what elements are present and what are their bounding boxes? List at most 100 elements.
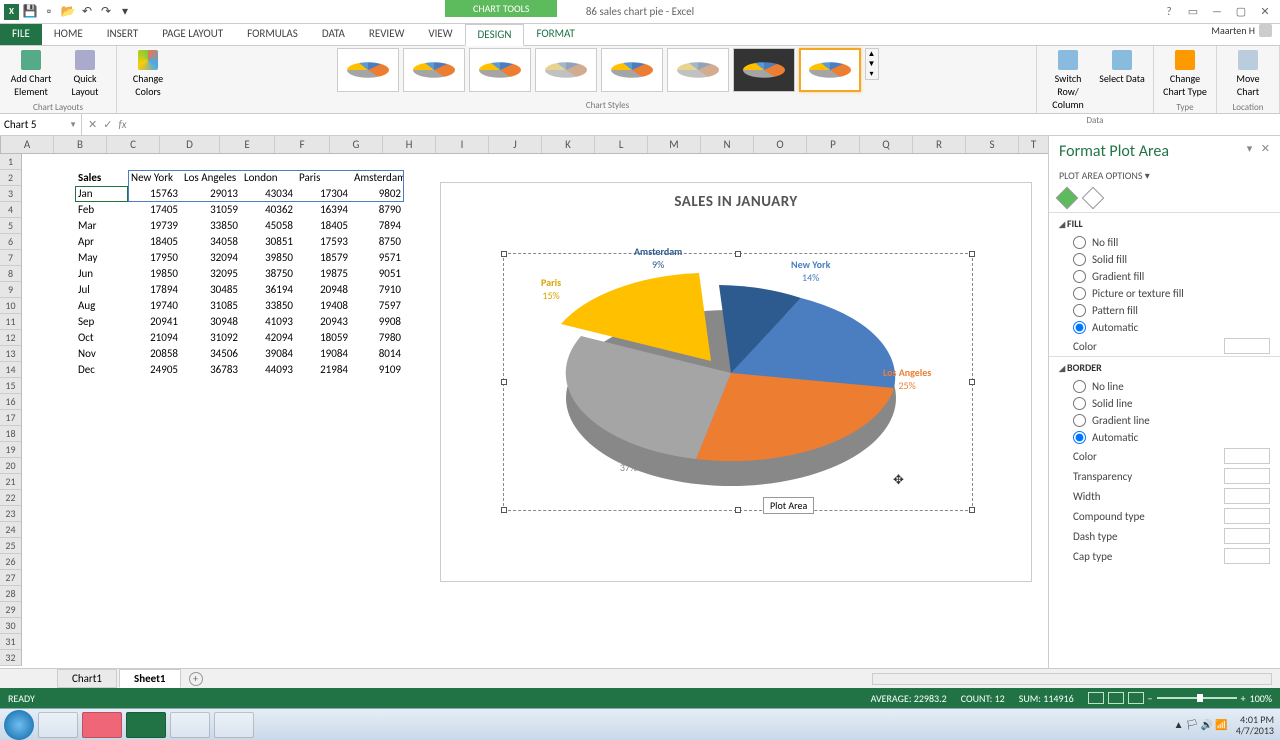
cell-F13[interactable]: 19084: [296, 346, 351, 362]
clock[interactable]: 4:01 PM4/7/2013: [1236, 714, 1274, 736]
tab-format[interactable]: FORMAT: [524, 24, 586, 45]
cell-E6[interactable]: 30851: [241, 234, 296, 250]
row-header-1[interactable]: 1: [0, 154, 22, 170]
tab-insert[interactable]: INSERT: [95, 24, 151, 45]
row-header-17[interactable]: 17: [0, 410, 22, 426]
row-header-26[interactable]: 26: [0, 554, 22, 570]
ribbon-options-icon[interactable]: ▭: [1182, 4, 1204, 20]
chart-title[interactable]: SALES IN JANUARY: [441, 193, 1031, 211]
chart-style-7[interactable]: [733, 48, 795, 92]
taskbar-app-2[interactable]: [214, 712, 254, 738]
cell-G10[interactable]: 7597: [351, 298, 404, 314]
chart-style-6[interactable]: [667, 48, 729, 92]
column-header-N[interactable]: N: [701, 136, 754, 153]
cell-G4[interactable]: 8790: [351, 202, 404, 218]
cell-C10[interactable]: 19740: [128, 298, 181, 314]
row-header-8[interactable]: 8: [0, 266, 22, 282]
cell-B14[interactable]: Dec: [75, 362, 128, 378]
row-header-22[interactable]: 22: [0, 490, 22, 506]
cell-E4[interactable]: 40362: [241, 202, 296, 218]
cell-C14[interactable]: 24905: [128, 362, 181, 378]
cell-B9[interactable]: Jul: [75, 282, 128, 298]
undo-icon[interactable]: ↶: [79, 4, 95, 20]
tab-home[interactable]: HOME: [42, 24, 95, 45]
cell-C4[interactable]: 17405: [128, 202, 181, 218]
cell-D4[interactable]: 31059: [181, 202, 241, 218]
cell-B7[interactable]: May: [75, 250, 128, 266]
cell-F9[interactable]: 20948: [296, 282, 351, 298]
tab-data[interactable]: DATA: [310, 24, 357, 45]
user-account[interactable]: Maarten H: [1211, 24, 1272, 37]
enter-icon[interactable]: ✓: [103, 118, 112, 131]
redo-icon[interactable]: ↷: [98, 4, 114, 20]
column-header-Q[interactable]: Q: [860, 136, 913, 153]
open-icon[interactable]: 📂: [60, 4, 76, 20]
cell-C12[interactable]: 21094: [128, 330, 181, 346]
cell-B13[interactable]: Nov: [75, 346, 128, 362]
row-header-12[interactable]: 12: [0, 330, 22, 346]
cancel-icon[interactable]: ✕: [88, 118, 97, 131]
cell-D7[interactable]: 32094: [181, 250, 241, 266]
cell-F11[interactable]: 20943: [296, 314, 351, 330]
fill-automatic[interactable]: Automatic: [1049, 319, 1280, 336]
cell-D14[interactable]: 36783: [181, 362, 241, 378]
row-header-13[interactable]: 13: [0, 346, 22, 362]
pane-close-icon[interactable]: ✕: [1261, 142, 1270, 155]
row-headers[interactable]: 1234567891011121314151617181920212223242…: [0, 154, 22, 666]
switch-row-column-button[interactable]: Switch Row/ Column: [1043, 48, 1093, 113]
add-chart-element-button[interactable]: Add Chart Element: [6, 48, 56, 100]
cell-F14[interactable]: 21984: [296, 362, 351, 378]
row-header-16[interactable]: 16: [0, 394, 22, 410]
border-cap-control[interactable]: Cap type: [1049, 546, 1280, 566]
row-header-10[interactable]: 10: [0, 298, 22, 314]
fill-no-fill[interactable]: No fill: [1049, 234, 1280, 251]
column-header-E[interactable]: E: [220, 136, 275, 153]
cell-E13[interactable]: 39084: [241, 346, 296, 362]
close-button[interactable]: ✕: [1254, 4, 1276, 20]
cell-C8[interactable]: 19850: [128, 266, 181, 282]
taskbar-excel[interactable]: [126, 712, 166, 738]
cell-G13[interactable]: 8014: [351, 346, 404, 362]
pane-dropdown-icon[interactable]: ▾: [1247, 142, 1253, 155]
cell-D10[interactable]: 31085: [181, 298, 241, 314]
cell-G7[interactable]: 9571: [351, 250, 404, 266]
border-compound-control[interactable]: Compound type: [1049, 506, 1280, 526]
quick-layout-button[interactable]: Quick Layout: [60, 48, 110, 100]
row-header-20[interactable]: 20: [0, 458, 22, 474]
view-page-layout-button[interactable]: [1108, 692, 1124, 704]
name-box-dropdown-icon[interactable]: ▼: [69, 120, 77, 130]
maximize-button[interactable]: ▢: [1230, 4, 1252, 20]
border-color-control[interactable]: Color: [1049, 446, 1280, 466]
zoom-level[interactable]: 100%: [1250, 692, 1272, 705]
cell-B5[interactable]: Mar: [75, 218, 128, 234]
cell-E7[interactable]: 39850: [241, 250, 296, 266]
chart-style-1[interactable]: [337, 48, 399, 92]
column-header-R[interactable]: R: [913, 136, 966, 153]
column-headers[interactable]: ABCDEFGHIJKLMNOPQRST: [1, 136, 1048, 154]
cell-B2[interactable]: Sales: [75, 170, 128, 186]
taskbar-explorer[interactable]: [38, 712, 78, 738]
column-header-B[interactable]: B: [54, 136, 107, 153]
chart-style-4[interactable]: [535, 48, 597, 92]
cell-C5[interactable]: 19739: [128, 218, 181, 234]
row-header-6[interactable]: 6: [0, 234, 22, 250]
cell-G6[interactable]: 8750: [351, 234, 404, 250]
fill-color-control[interactable]: Color: [1049, 336, 1280, 356]
cell-D12[interactable]: 31092: [181, 330, 241, 346]
row-header-21[interactable]: 21: [0, 474, 22, 490]
row-header-19[interactable]: 19: [0, 442, 22, 458]
new-icon[interactable]: ▫: [41, 4, 57, 20]
tab-design[interactable]: DESIGN: [465, 24, 525, 46]
row-header-4[interactable]: 4: [0, 202, 22, 218]
cell-G8[interactable]: 9051: [351, 266, 404, 282]
row-header-7[interactable]: 7: [0, 250, 22, 266]
cell-C11[interactable]: 20941: [128, 314, 181, 330]
cell-D13[interactable]: 34506: [181, 346, 241, 362]
border-automatic[interactable]: Automatic: [1049, 429, 1280, 446]
cell-F6[interactable]: 17593: [296, 234, 351, 250]
chart-styles-more[interactable]: ▲▼▾: [865, 48, 879, 80]
border-width-control[interactable]: Width: [1049, 486, 1280, 506]
cell-F10[interactable]: 19408: [296, 298, 351, 314]
row-header-24[interactable]: 24: [0, 522, 22, 538]
tab-formulas[interactable]: FORMULAS: [235, 24, 310, 45]
